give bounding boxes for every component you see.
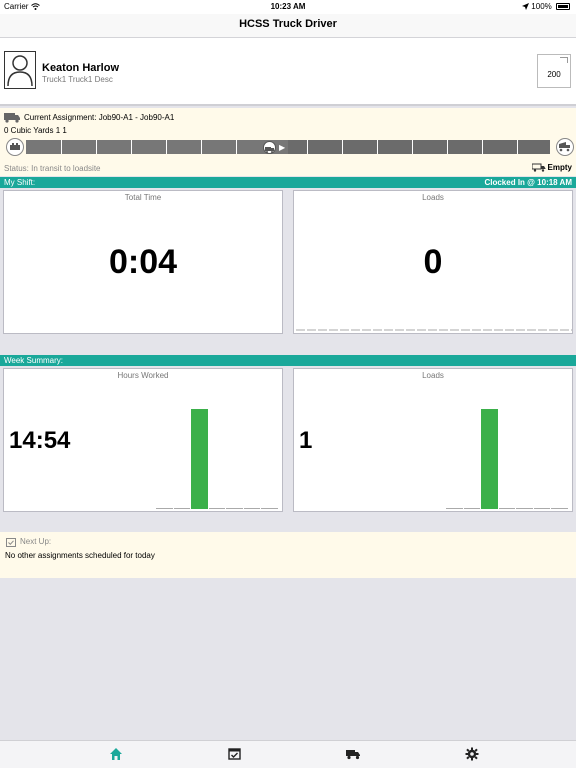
driver-name: Keaton Harlow xyxy=(42,62,120,74)
loads-chart-baseline-4 xyxy=(516,508,533,509)
week-loads-value: 1 xyxy=(299,427,313,454)
assignment-title: Current Assignment: Job90-A1 - Job90-A1 xyxy=(4,112,174,123)
total-time-value: 0:04 xyxy=(108,243,178,281)
shift-header: My Shift: Clocked In @ 10:18 AM xyxy=(0,177,576,188)
progress-divider xyxy=(166,140,167,154)
clock-time: 10:23 AM xyxy=(270,2,306,11)
loads-chart-baseline-0 xyxy=(446,508,463,509)
person-icon xyxy=(7,55,33,87)
loads-chart-baseline-5 xyxy=(533,508,550,509)
document-fold-icon xyxy=(560,57,568,63)
driver-profile: Keaton Harlow Truck1 Truck1 Desc 200 xyxy=(0,38,576,106)
hours-chart-baseline-3 xyxy=(208,508,225,509)
direction-arrow-icon: ▶ xyxy=(279,143,286,152)
tab-bar xyxy=(0,740,576,768)
battery-status: 100% xyxy=(522,2,570,11)
progress-divider xyxy=(201,140,202,154)
hours-worked-card: Hours Worked 14:54 xyxy=(3,368,283,512)
week-loads-label: Loads xyxy=(422,371,444,380)
progress-divider xyxy=(307,140,308,154)
progress-divider xyxy=(96,140,97,154)
loads-chart-baseline-1 xyxy=(463,508,480,509)
hours-worked-value: 14:54 xyxy=(9,427,71,454)
tab-truck[interactable] xyxy=(346,747,362,763)
hours-chart-bar-2 xyxy=(191,409,208,509)
next-up-panel: Next Up: No other assignments scheduled … xyxy=(0,532,576,578)
tab-home[interactable] xyxy=(109,747,125,763)
empty-truck-icon xyxy=(531,163,546,172)
progress-divider xyxy=(131,140,132,154)
trip-progress-fill xyxy=(26,140,288,154)
tab-settings[interactable] xyxy=(465,747,481,763)
progress-divider xyxy=(377,140,378,154)
assignment-quantity: 0 Cubic Yards 1 1 xyxy=(4,126,67,135)
battery-icon xyxy=(556,3,570,10)
gear-icon xyxy=(465,747,479,761)
hours-chart-baseline-1 xyxy=(173,508,190,509)
assignment-status: Status: In transit to loadsite xyxy=(4,164,101,173)
plant-icon xyxy=(6,138,24,156)
progress-divider xyxy=(482,140,483,154)
hours-worked-label: Hours Worked xyxy=(117,371,169,380)
loads-chart-baseline-3 xyxy=(498,508,515,509)
trip-progress-track xyxy=(26,140,550,154)
week-loads-card: Loads 1 xyxy=(293,368,573,512)
total-time-card: Total Time 0:04 xyxy=(3,190,283,334)
shift-loads-value: 0 xyxy=(423,243,443,281)
progress-divider xyxy=(447,140,448,154)
ticket-badge[interactable]: 200 xyxy=(537,54,571,88)
location-arrow-icon xyxy=(522,3,530,10)
progress-divider xyxy=(61,140,62,154)
progress-divider xyxy=(342,140,343,154)
load-state: Empty xyxy=(531,163,572,172)
total-time-label: Total Time xyxy=(124,193,162,202)
shift-loads-baseline xyxy=(296,329,572,331)
hours-chart-baseline-0 xyxy=(156,508,173,509)
progress-divider xyxy=(236,140,237,154)
loads-chart-bar-2 xyxy=(481,409,498,509)
navigation-bar: HCSS Truck Driver xyxy=(0,14,576,38)
badge-value: 200 xyxy=(547,70,561,79)
hours-chart-baseline-4 xyxy=(226,508,243,509)
truck-icon xyxy=(346,750,360,760)
calendar-check-icon xyxy=(228,748,241,760)
truck-position-icon xyxy=(263,141,276,154)
avatar[interactable] xyxy=(4,51,36,89)
progress-divider xyxy=(517,140,518,154)
current-assignment[interactable]: Current Assignment: Job90-A1 - Job90-A1 … xyxy=(0,108,576,176)
shift-header-label: My Shift: xyxy=(4,178,36,187)
week-summary-header: Week Summary: xyxy=(0,355,576,366)
home-icon xyxy=(110,748,122,760)
tab-schedule[interactable] xyxy=(228,747,244,763)
next-up-message: No other assignments scheduled for today xyxy=(5,551,155,560)
hours-chart-baseline-5 xyxy=(243,508,260,509)
progress-divider xyxy=(412,140,413,154)
shift-loads-card: Loads 0 xyxy=(293,190,573,334)
app-title: HCSS Truck Driver xyxy=(239,18,337,30)
shift-loads-label: Loads xyxy=(422,193,444,202)
status-bar: Carrier 10:23 AM 100% xyxy=(0,0,576,14)
next-up-header: Next Up: xyxy=(6,537,51,547)
dump-truck-icon xyxy=(556,138,574,156)
hours-chart-baseline-6 xyxy=(261,508,278,509)
clocked-in-label[interactable]: Clocked In @ 10:18 AM xyxy=(484,178,572,187)
truck-icon xyxy=(4,113,20,123)
calendar-check-icon xyxy=(6,538,16,547)
loads-chart-baseline-6 xyxy=(551,508,568,509)
week-summary-label: Week Summary: xyxy=(4,356,63,365)
truck-description: Truck1 Truck1 Desc xyxy=(42,75,113,84)
